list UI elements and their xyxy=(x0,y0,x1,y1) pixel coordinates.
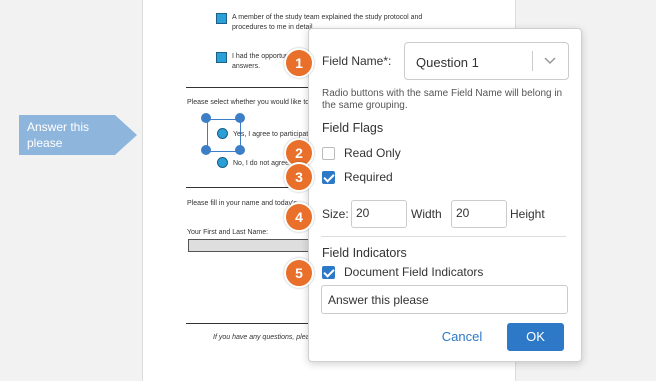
required-label: Required xyxy=(344,170,393,184)
field-indicators-heading: Field Indicators xyxy=(322,246,407,260)
indicator-text-input[interactable]: Answer this please xyxy=(321,285,568,314)
height-input[interactable]: 20 xyxy=(451,200,507,228)
section-divider xyxy=(321,236,566,237)
field-indicator-tag-label: Answer this please xyxy=(27,120,90,150)
field-name-value: Question 1 xyxy=(416,55,479,70)
field-flags-heading: Field Flags xyxy=(322,121,384,135)
chevron-down-icon xyxy=(544,57,556,65)
consent-checkbox-2[interactable] xyxy=(216,52,227,63)
field-indicator-tag: Answer this please xyxy=(19,115,139,155)
callout-5: 5 xyxy=(284,258,314,288)
document-field-indicators-checkbox[interactable] xyxy=(322,266,335,279)
field-name-select[interactable]: Question 1 xyxy=(404,42,569,80)
read-only-label: Read Only xyxy=(344,146,401,160)
radio-yes[interactable] xyxy=(217,128,228,139)
read-only-checkbox[interactable] xyxy=(322,147,335,160)
select-prompt: Please select whether you would like to xyxy=(187,99,310,106)
callout-3: 3 xyxy=(284,162,314,192)
select-divider xyxy=(532,51,533,71)
width-label: Width xyxy=(411,207,442,221)
resize-handle-bottom-right[interactable] xyxy=(235,145,245,155)
divider xyxy=(186,323,322,324)
size-label: Size: xyxy=(322,207,349,221)
field-name-hint: Radio buttons with the same Field Name w… xyxy=(322,88,563,111)
divider xyxy=(186,87,322,88)
cancel-button[interactable]: Cancel xyxy=(433,323,491,351)
footer-text: If you have any questions, please xyxy=(213,334,313,341)
height-label: Height xyxy=(510,207,545,221)
consent-checkbox-1[interactable] xyxy=(216,13,227,24)
field-name-label: Field Name*: xyxy=(322,54,392,68)
field-properties-panel: Field Name*: Question 1 Radio buttons wi… xyxy=(308,28,582,362)
radio-no[interactable] xyxy=(217,157,228,168)
name-field[interactable] xyxy=(188,239,323,252)
callout-1: 1 xyxy=(284,48,314,78)
consent-text-2: I had the opportun answers. xyxy=(232,53,289,70)
callout-4: 4 xyxy=(284,202,314,232)
required-checkbox[interactable] xyxy=(322,171,335,184)
resize-handle-top-left[interactable] xyxy=(201,113,211,123)
resize-handle-bottom-left[interactable] xyxy=(201,145,211,155)
width-input[interactable]: 20 xyxy=(351,200,407,228)
resize-handle-top-right[interactable] xyxy=(235,113,245,123)
ok-button[interactable]: OK xyxy=(507,323,564,351)
document-field-indicators-label: Document Field Indicators xyxy=(344,265,484,279)
